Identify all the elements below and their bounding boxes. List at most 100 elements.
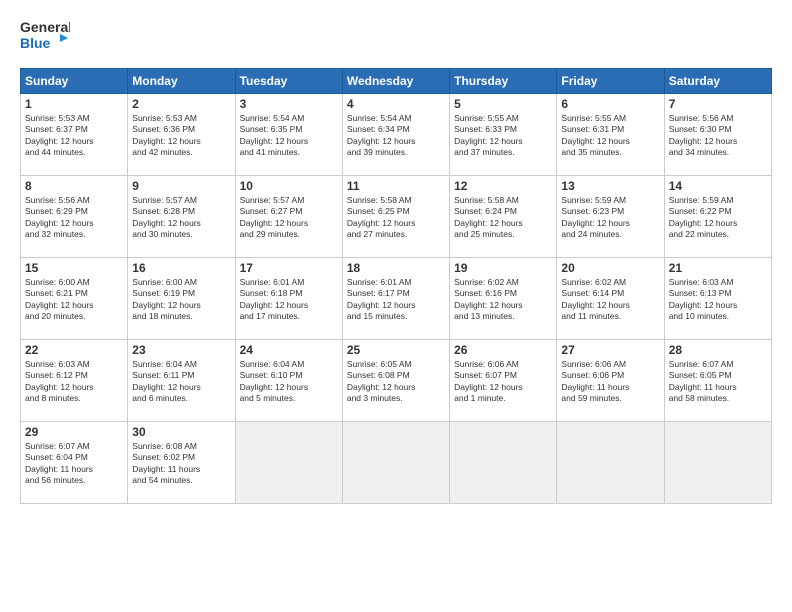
calendar-cell: 25 Sunrise: 6:05 AMSunset: 6:08 PMDayligh… <box>342 340 449 422</box>
calendar-row: 1Sunrise: 5:53 AMSunset: 6:37 PMDaylight… <box>21 94 772 176</box>
day-number: 26 <box>454 343 552 357</box>
calendar-cell: 29Sunrise: 6:07 AMSunset: 6:04 PMDayligh… <box>21 422 128 504</box>
calendar-row: 29Sunrise: 6:07 AMSunset: 6:04 PMDayligh… <box>21 422 772 504</box>
day-info: Sunrise: 5:58 AMSunset: 6:25 PMDaylight:… <box>347 195 416 239</box>
calendar-cell <box>235 422 342 504</box>
day-number: 14 <box>669 179 767 193</box>
calendar-cell: 26 Sunrise: 6:06 AMSunset: 6:07 PMDayligh… <box>450 340 557 422</box>
day-info: Sunrise: 5:55 AMSunset: 6:33 PMDaylight:… <box>454 113 523 157</box>
day-number: 12 <box>454 179 552 193</box>
day-info: Sunrise: 6:05 AMSunset: 6:08 PMDaylight:… <box>347 359 416 403</box>
calendar-row: 15Sunrise: 6:00 AMSunset: 6:21 PMDayligh… <box>21 258 772 340</box>
day-info: Sunrise: 5:53 AMSunset: 6:37 PMDaylight:… <box>25 113 94 157</box>
day-info: Sunrise: 6:07 AMSunset: 6:05 PMDaylight:… <box>669 359 737 403</box>
day-number: 19 <box>454 261 552 275</box>
weekday-friday: Friday <box>557 69 664 94</box>
calendar-cell: 10Sunrise: 5:57 AMSunset: 6:27 PMDayligh… <box>235 176 342 258</box>
day-info: Sunrise: 6:01 AMSunset: 6:17 PMDaylight:… <box>347 277 416 321</box>
calendar-cell: 21 Sunrise: 6:03 AMSunset: 6:13 PMDayligh… <box>664 258 771 340</box>
svg-text:Blue: Blue <box>20 35 51 51</box>
calendar-cell: 22Sunrise: 6:03 AMSunset: 6:12 PMDayligh… <box>21 340 128 422</box>
calendar-row: 22Sunrise: 6:03 AMSunset: 6:12 PMDayligh… <box>21 340 772 422</box>
day-number: 28 <box>669 343 767 357</box>
day-info: Sunrise: 6:04 AMSunset: 6:10 PMDaylight:… <box>240 359 309 403</box>
calendar-cell: 1Sunrise: 5:53 AMSunset: 6:37 PMDaylight… <box>21 94 128 176</box>
day-info: Sunrise: 6:03 AMSunset: 6:13 PMDaylight:… <box>669 277 738 321</box>
day-number: 3 <box>240 97 338 111</box>
calendar-cell <box>557 422 664 504</box>
header: General Blue <box>20 16 772 58</box>
calendar-cell: 20Sunrise: 6:02 AMSunset: 6:14 PMDayligh… <box>557 258 664 340</box>
calendar-cell: 5 Sunrise: 5:55 AMSunset: 6:33 PMDaylight… <box>450 94 557 176</box>
day-info: Sunrise: 6:06 AMSunset: 6:06 PMDaylight:… <box>561 359 629 403</box>
calendar-cell: 14 Sunrise: 5:59 AMSunset: 6:22 PMDayligh… <box>664 176 771 258</box>
calendar-cell <box>342 422 449 504</box>
calendar: SundayMondayTuesdayWednesdayThursdayFrid… <box>20 68 772 504</box>
calendar-cell: 2Sunrise: 5:53 AMSunset: 6:36 PMDaylight… <box>128 94 235 176</box>
day-number: 17 <box>240 261 338 275</box>
day-info: Sunrise: 5:59 AMSunset: 6:23 PMDaylight:… <box>561 195 630 239</box>
day-info: Sunrise: 5:56 AMSunset: 6:29 PMDaylight:… <box>25 195 94 239</box>
calendar-cell: 23 Sunrise: 6:04 AMSunset: 6:11 PMDayligh… <box>128 340 235 422</box>
day-info: Sunrise: 5:55 AMSunset: 6:31 PMDaylight:… <box>561 113 630 157</box>
day-info: Sunrise: 5:59 AMSunset: 6:22 PMDaylight:… <box>669 195 738 239</box>
day-number: 24 <box>240 343 338 357</box>
calendar-row: 8Sunrise: 5:56 AMSunset: 6:29 PMDaylight… <box>21 176 772 258</box>
calendar-cell: 6 Sunrise: 5:55 AMSunset: 6:31 PMDaylight… <box>557 94 664 176</box>
day-info: Sunrise: 6:07 AMSunset: 6:04 PMDaylight:… <box>25 441 93 485</box>
day-info: Sunrise: 6:04 AMSunset: 6:11 PMDaylight:… <box>132 359 201 403</box>
calendar-cell: 12 Sunrise: 5:58 AMSunset: 6:24 PMDayligh… <box>450 176 557 258</box>
day-number: 6 <box>561 97 659 111</box>
logo-svg: General Blue <box>20 16 70 58</box>
weekday-header-row: SundayMondayTuesdayWednesdayThursdayFrid… <box>21 69 772 94</box>
day-info: Sunrise: 6:02 AMSunset: 6:16 PMDaylight:… <box>454 277 523 321</box>
day-info: Sunrise: 5:56 AMSunset: 6:30 PMDaylight:… <box>669 113 738 157</box>
calendar-cell: 3 Sunrise: 5:54 AMSunset: 6:35 PMDaylight… <box>235 94 342 176</box>
day-number: 13 <box>561 179 659 193</box>
calendar-cell: 28 Sunrise: 6:07 AMSunset: 6:05 PMDayligh… <box>664 340 771 422</box>
day-number: 18 <box>347 261 445 275</box>
day-number: 30 <box>132 425 230 439</box>
day-info: Sunrise: 5:54 AMSunset: 6:35 PMDaylight:… <box>240 113 309 157</box>
day-info: Sunrise: 6:08 AMSunset: 6:02 PMDaylight:… <box>132 441 200 485</box>
calendar-cell: 19 Sunrise: 6:02 AMSunset: 6:16 PMDayligh… <box>450 258 557 340</box>
weekday-sunday: Sunday <box>21 69 128 94</box>
weekday-tuesday: Tuesday <box>235 69 342 94</box>
day-info: Sunrise: 6:01 AMSunset: 6:18 PMDaylight:… <box>240 277 309 321</box>
day-number: 16 <box>132 261 230 275</box>
calendar-cell: 4Sunrise: 5:54 AMSunset: 6:34 PMDaylight… <box>342 94 449 176</box>
day-info: Sunrise: 5:57 AMSunset: 6:28 PMDaylight:… <box>132 195 201 239</box>
page: General Blue SundayMondayTuesdayWednesda… <box>0 0 792 612</box>
day-number: 10 <box>240 179 338 193</box>
day-number: 27 <box>561 343 659 357</box>
calendar-cell <box>664 422 771 504</box>
day-number: 7 <box>669 97 767 111</box>
calendar-cell: 27 Sunrise: 6:06 AMSunset: 6:06 PMDayligh… <box>557 340 664 422</box>
day-info: Sunrise: 6:06 AMSunset: 6:07 PMDaylight:… <box>454 359 523 403</box>
calendar-cell: 7 Sunrise: 5:56 AMSunset: 6:30 PMDaylight… <box>664 94 771 176</box>
weekday-saturday: Saturday <box>664 69 771 94</box>
calendar-cell: 15Sunrise: 6:00 AMSunset: 6:21 PMDayligh… <box>21 258 128 340</box>
calendar-cell: 30 Sunrise: 6:08 AMSunset: 6:02 PMDayligh… <box>128 422 235 504</box>
calendar-cell: 24 Sunrise: 6:04 AMSunset: 6:10 PMDayligh… <box>235 340 342 422</box>
day-info: Sunrise: 5:58 AMSunset: 6:24 PMDaylight:… <box>454 195 523 239</box>
svg-text:General: General <box>20 19 70 35</box>
calendar-cell: 18 Sunrise: 6:01 AMSunset: 6:17 PMDayligh… <box>342 258 449 340</box>
calendar-cell: 17 Sunrise: 6:01 AMSunset: 6:18 PMDayligh… <box>235 258 342 340</box>
day-number: 2 <box>132 97 230 111</box>
day-number: 5 <box>454 97 552 111</box>
day-info: Sunrise: 5:54 AMSunset: 6:34 PMDaylight:… <box>347 113 416 157</box>
calendar-cell: 8Sunrise: 5:56 AMSunset: 6:29 PMDaylight… <box>21 176 128 258</box>
day-number: 21 <box>669 261 767 275</box>
calendar-cell <box>450 422 557 504</box>
day-number: 9 <box>132 179 230 193</box>
calendar-cell: 11Sunrise: 5:58 AMSunset: 6:25 PMDayligh… <box>342 176 449 258</box>
day-number: 25 <box>347 343 445 357</box>
day-number: 23 <box>132 343 230 357</box>
weekday-thursday: Thursday <box>450 69 557 94</box>
calendar-cell: 9 Sunrise: 5:57 AMSunset: 6:28 PMDaylight… <box>128 176 235 258</box>
logo: General Blue <box>20 16 70 58</box>
day-info: Sunrise: 6:02 AMSunset: 6:14 PMDaylight:… <box>561 277 630 321</box>
day-number: 22 <box>25 343 123 357</box>
weekday-wednesday: Wednesday <box>342 69 449 94</box>
